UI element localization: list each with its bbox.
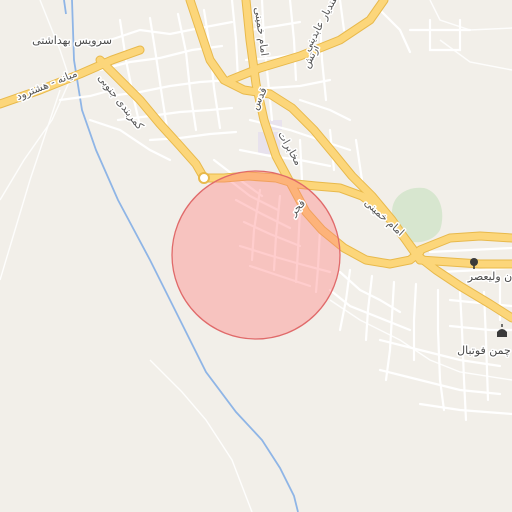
- roundabout: [198, 172, 210, 184]
- map-view[interactable]: سرویس بهداشتی میانه - هشترود کمربندی جنو…: [0, 0, 512, 512]
- search-area-circle[interactable]: [171, 170, 341, 340]
- label-football: چمن فوتبال: [457, 344, 511, 357]
- map-canvas[interactable]: سرویس بهداشتی میانه - هشترود کمربندی جنو…: [0, 0, 512, 512]
- label-valiasr: ن ولیعصر: [467, 270, 512, 283]
- label-health-service: سرویس بهداشتی: [32, 34, 112, 47]
